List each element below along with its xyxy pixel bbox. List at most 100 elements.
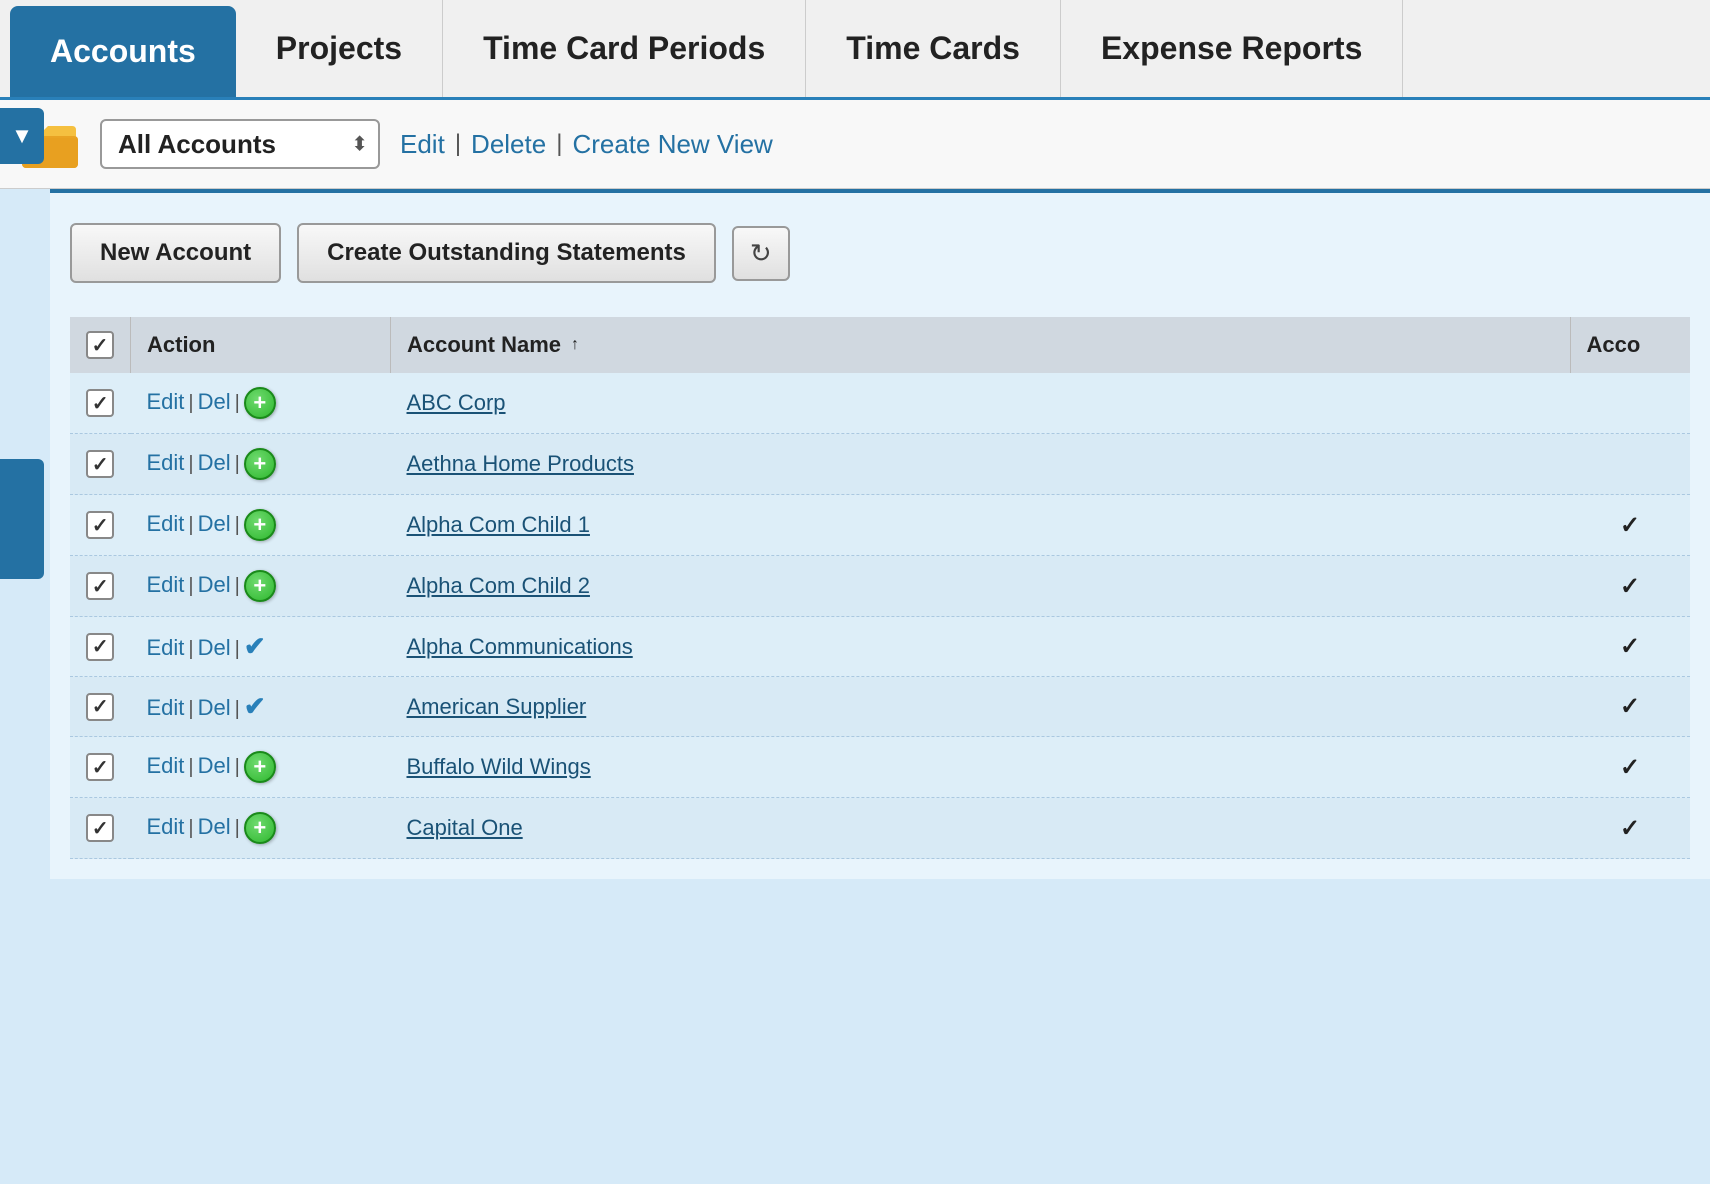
refresh-button[interactable]: ↻ [732, 226, 790, 281]
acco-checkmark: ✓ [1620, 633, 1640, 660]
del-link[interactable]: Del [198, 814, 231, 839]
action-sep-2: | [235, 392, 240, 414]
add-icon[interactable]: + [244, 570, 276, 602]
add-icon[interactable]: + [244, 812, 276, 844]
action-sep: | [188, 392, 193, 414]
action-sep: | [188, 575, 193, 597]
acco-checkmark: ✓ [1620, 754, 1640, 781]
account-name-link[interactable]: American Supplier [407, 694, 587, 719]
acco-checkmark: ✓ [1620, 573, 1640, 600]
action-cell: Edit|Del|+ [131, 556, 391, 617]
account-name-cell: Alpha Communications [391, 617, 1571, 677]
nav-timecards[interactable]: Time Cards [806, 0, 1061, 97]
action-sep-2: | [235, 638, 240, 660]
delete-link[interactable]: Delete [471, 129, 546, 160]
del-link[interactable]: Del [198, 511, 231, 536]
edit-link[interactable]: Edit [147, 635, 185, 660]
action-sep-2: | [235, 575, 240, 597]
table-row: Edit|Del|✔American Supplier✓ [70, 677, 1690, 737]
nav-expensereports[interactable]: Expense Reports [1061, 0, 1403, 97]
row-checkbox[interactable] [86, 450, 114, 478]
action-cell: Edit|Del|+ [131, 737, 391, 798]
action-cell: Edit|Del|+ [131, 373, 391, 434]
account-name-cell: Alpha Com Child 2 [391, 556, 1571, 617]
del-link[interactable]: Del [198, 695, 231, 720]
action-sep-2: | [235, 514, 240, 536]
del-link[interactable]: Del [198, 753, 231, 778]
account-name-link[interactable]: Alpha Communications [407, 634, 633, 659]
new-account-button[interactable]: New Account [70, 223, 281, 283]
edit-link[interactable]: Edit [147, 572, 185, 597]
account-name-link[interactable]: Aethna Home Products [407, 451, 634, 476]
separator-1: | [455, 130, 461, 158]
select-all-checkbox[interactable] [86, 331, 114, 359]
view-selector[interactable]: All Accounts ⬍ [100, 119, 380, 169]
acco-checkmark: ✓ [1620, 815, 1640, 842]
edit-link[interactable]: Edit [147, 450, 185, 475]
account-name-link[interactable]: Alpha Com Child 2 [407, 573, 590, 598]
nav-accounts[interactable]: Accounts [10, 6, 236, 97]
row-checkbox[interactable] [86, 572, 114, 600]
edit-link[interactable]: Edit [147, 511, 185, 536]
table-row: Edit|Del|+Alpha Com Child 1✓ [70, 495, 1690, 556]
chevron-down-icon: ▼ [11, 123, 33, 149]
action-sep: | [188, 756, 193, 778]
edit-link[interactable]: Edit [147, 389, 185, 414]
content-panel: New Account Create Outstanding Statement… [50, 189, 1710, 879]
table-row: Edit|Del|+Buffalo Wild Wings✓ [70, 737, 1690, 798]
action-cell: Edit|Del|✔ [131, 617, 391, 677]
row-checkbox[interactable] [86, 753, 114, 781]
edit-link[interactable]: Edit [147, 814, 185, 839]
add-icon[interactable]: + [244, 751, 276, 783]
row-checkbox[interactable] [86, 693, 114, 721]
action-sep-2: | [235, 453, 240, 475]
header-acco: Acco [1570, 317, 1690, 373]
action-cell: Edit|Del|+ [131, 798, 391, 859]
row-checkbox[interactable] [86, 389, 114, 417]
edit-link[interactable]: Edit [147, 753, 185, 778]
table-row: Edit|Del|+Aethna Home Products [70, 434, 1690, 495]
view-select-dropdown[interactable]: All Accounts [100, 119, 380, 169]
left-sidebar-tab[interactable] [0, 459, 44, 579]
table-header-row: Action Account Name ↑ Acco [70, 317, 1690, 373]
del-link[interactable]: Del [198, 389, 231, 414]
row-checkbox[interactable] [86, 633, 114, 661]
nav-timecardperiods[interactable]: Time Card Periods [443, 0, 806, 97]
top-navigation: Accounts Projects Time Card Periods Time… [0, 0, 1710, 100]
add-icon[interactable]: + [244, 509, 276, 541]
action-sep-2: | [235, 756, 240, 778]
add-icon[interactable]: + [244, 387, 276, 419]
table-row: Edit|Del|+Capital One✓ [70, 798, 1690, 859]
toolbar-row: All Accounts ⬍ Edit | Delete | Create Ne… [0, 100, 1710, 189]
create-statements-button[interactable]: Create Outstanding Statements [297, 223, 716, 283]
acco-cell: ✓ [1570, 798, 1690, 859]
account-name-link[interactable]: Capital One [407, 815, 523, 840]
action-sep-2: | [235, 698, 240, 720]
account-name-link[interactable]: Alpha Com Child 1 [407, 512, 590, 537]
nav-projects[interactable]: Projects [236, 0, 443, 97]
header-account-name[interactable]: Account Name ↑ [391, 317, 1571, 373]
action-sep: | [188, 453, 193, 475]
row-checkbox[interactable] [86, 814, 114, 842]
create-new-view-link[interactable]: Create New View [572, 129, 772, 160]
refresh-icon: ↻ [750, 238, 772, 268]
action-sep-2: | [235, 817, 240, 839]
account-name-link[interactable]: Buffalo Wild Wings [407, 754, 591, 779]
action-cell: Edit|Del|+ [131, 434, 391, 495]
account-name-link[interactable]: ABC Corp [407, 390, 506, 415]
account-name-cell: Aethna Home Products [391, 434, 1571, 495]
del-link[interactable]: Del [198, 635, 231, 660]
sidebar-toggle[interactable]: ▼ [0, 108, 44, 164]
del-link[interactable]: Del [198, 450, 231, 475]
edit-link[interactable]: Edit [147, 695, 185, 720]
add-icon[interactable]: + [244, 448, 276, 480]
del-link[interactable]: Del [198, 572, 231, 597]
row-checkbox[interactable] [86, 511, 114, 539]
action-sep: | [188, 638, 193, 660]
account-name-cell: Alpha Com Child 1 [391, 495, 1571, 556]
edit-link[interactable]: Edit [400, 129, 445, 160]
acco-checkmark: ✓ [1620, 693, 1640, 720]
account-name-cell: American Supplier [391, 677, 1571, 737]
separator-2: | [556, 130, 562, 158]
main-content: New Account Create Outstanding Statement… [0, 189, 1710, 879]
